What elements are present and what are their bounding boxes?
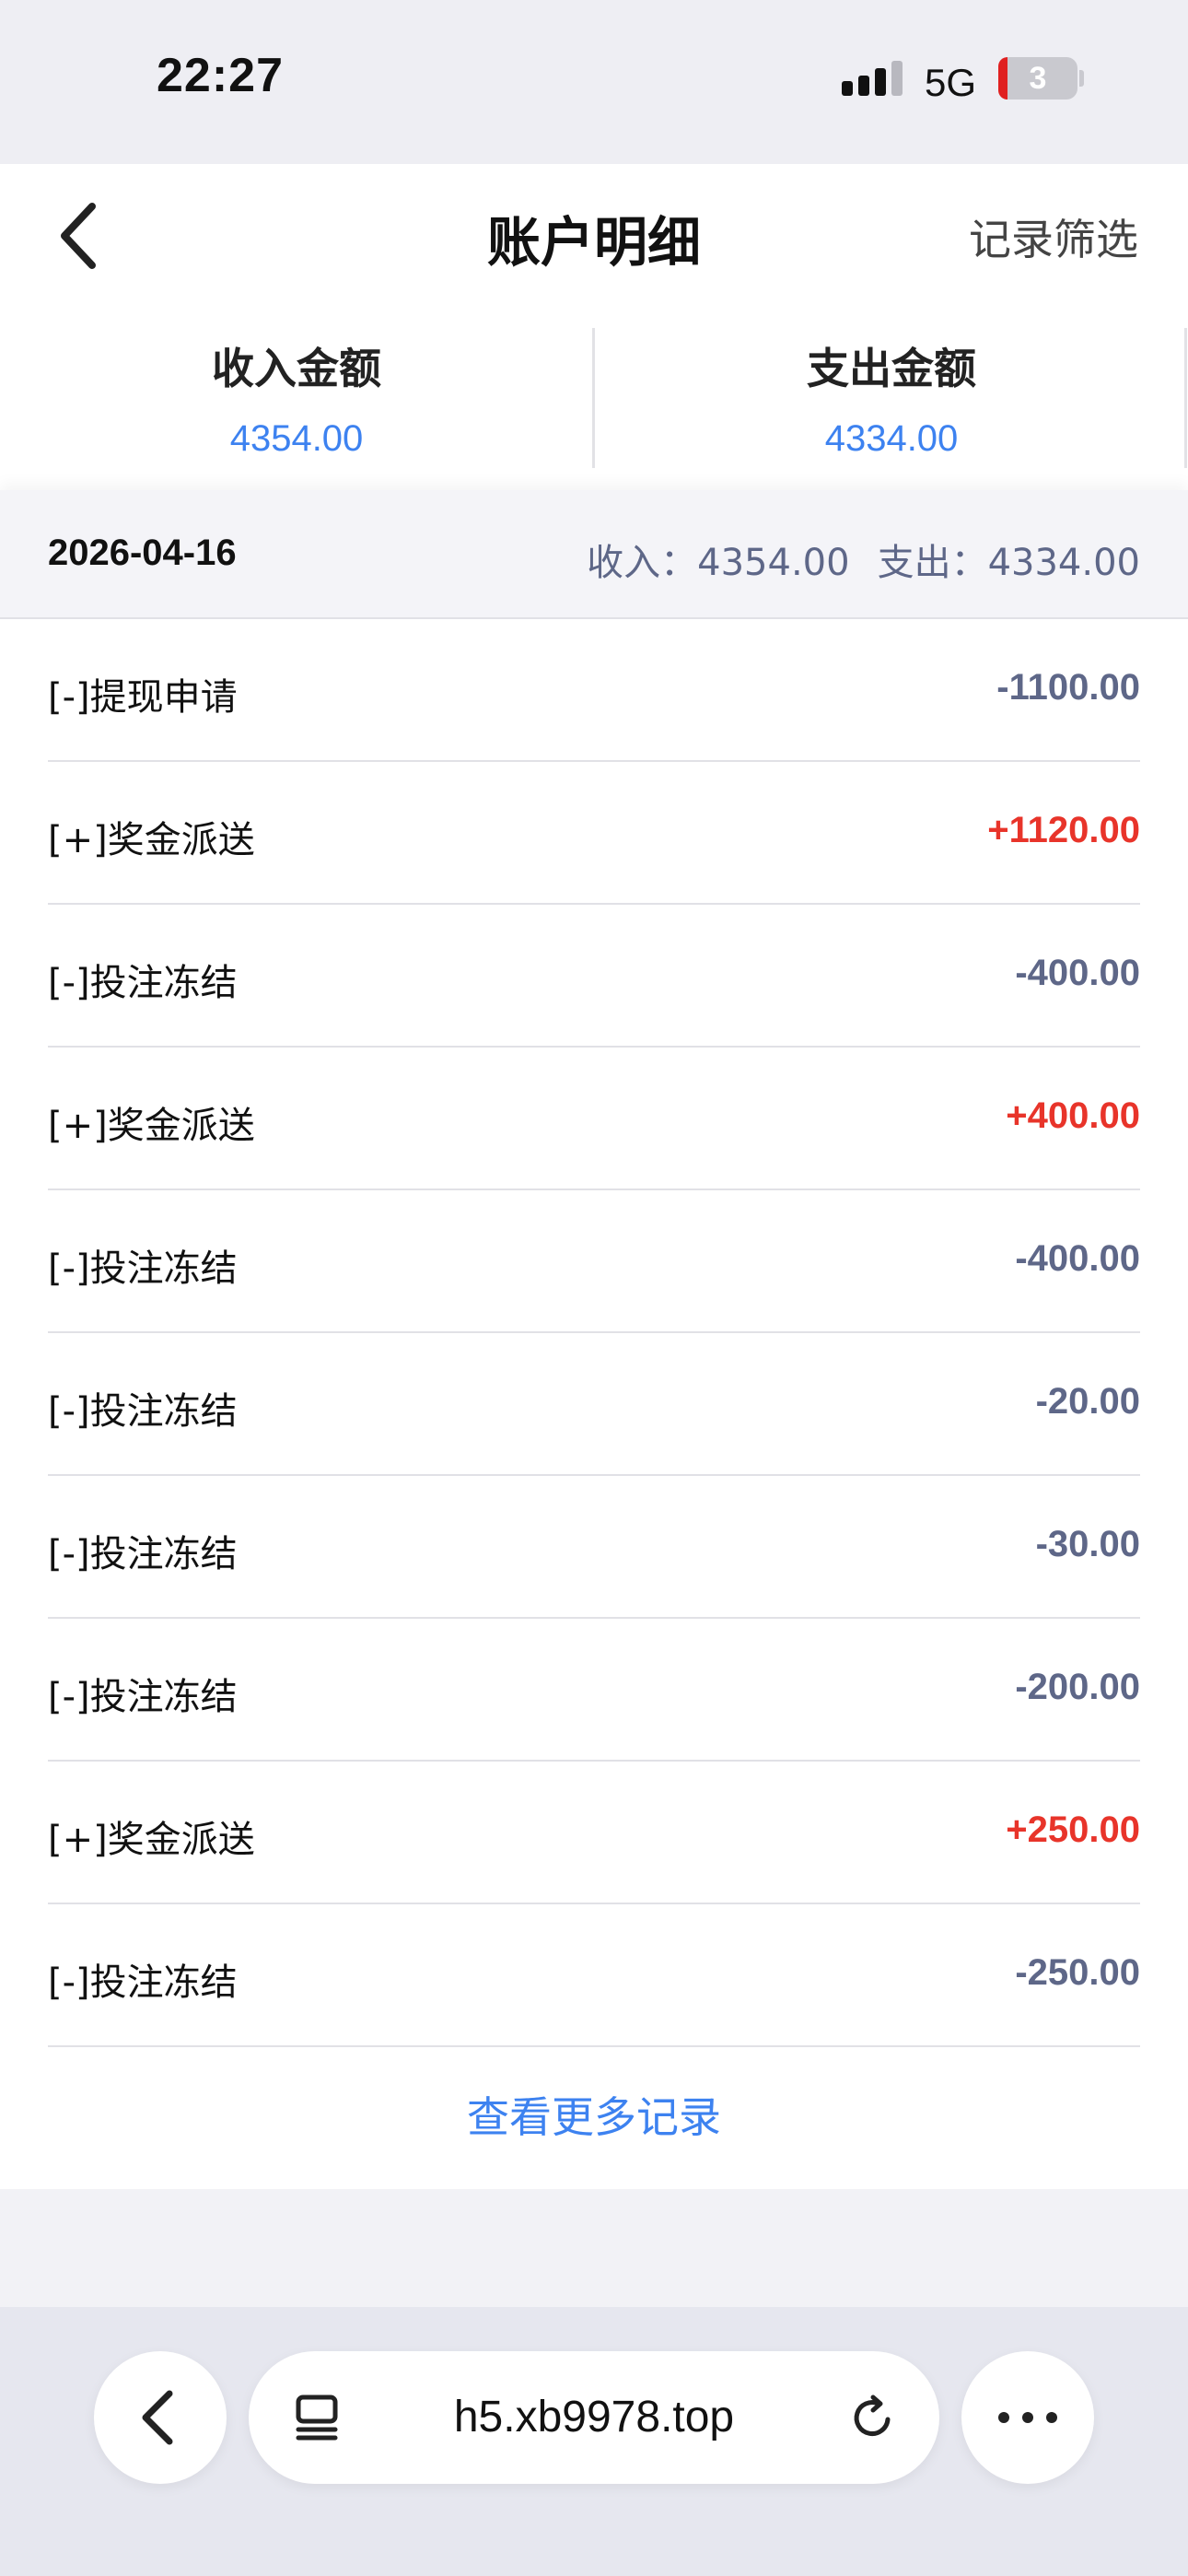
records-list: [-]提现申请 -1100.00 [+]奖金派送 +1120.00 [-]投注冻… bbox=[0, 619, 1188, 2189]
record-amount: +1120.00 bbox=[987, 810, 1140, 850]
record-title: [-]投注冻结 bbox=[48, 1961, 238, 2004]
battery-icon: 3 bbox=[998, 57, 1077, 100]
reload-icon[interactable] bbox=[847, 2392, 899, 2443]
page-header: 账户明细 记录筛选 bbox=[0, 164, 1188, 321]
summary-divider bbox=[1184, 328, 1187, 468]
record-amount: -250.00 bbox=[1015, 1952, 1140, 1993]
record-title: [-]投注冻结 bbox=[48, 1533, 238, 1575]
expense-value: 4334.00 bbox=[824, 418, 959, 459]
summary-panel: 收入金额 4354.00 支出金额 4334.00 bbox=[0, 321, 1188, 490]
group-expense-total: 支出：4334.00 bbox=[877, 542, 1140, 584]
list-item[interactable]: [-]投注冻结 -400.00 bbox=[48, 1190, 1140, 1333]
record-title: [-]投注冻结 bbox=[48, 962, 238, 1004]
record-amount: -200.00 bbox=[1015, 1667, 1140, 1707]
status-bar: 22:27 5G 3 bbox=[0, 0, 1188, 164]
list-item[interactable]: [+]奖金派送 +250.00 bbox=[48, 1762, 1140, 1904]
record-title: [-]投注冻结 bbox=[48, 1247, 238, 1290]
date-group-header: 2026-04-16 收入：4354.00 支出：4334.00 bbox=[0, 490, 1188, 619]
battery-level: 3 bbox=[1029, 61, 1047, 96]
record-title: [+]奖金派送 bbox=[48, 1819, 255, 1861]
record-amount: +400.00 bbox=[1006, 1095, 1140, 1136]
list-item[interactable]: [+]奖金派送 +1120.00 bbox=[48, 762, 1140, 905]
view-more-link[interactable]: 查看更多记录 bbox=[0, 2084, 1188, 2145]
filter-button[interactable]: 记录筛选 bbox=[969, 206, 1138, 267]
expense-label: 支出金额 bbox=[807, 344, 976, 393]
income-value: 4354.00 bbox=[229, 418, 364, 459]
record-title: [-]投注冻结 bbox=[48, 1390, 238, 1433]
list-item[interactable]: [-]投注冻结 -250.00 bbox=[48, 1904, 1140, 2047]
chevron-left-icon bbox=[142, 2390, 173, 2445]
url-text: h5.xb9978.top bbox=[453, 2393, 735, 2441]
record-title: [+]奖金派送 bbox=[48, 819, 255, 861]
record-amount: -1100.00 bbox=[996, 667, 1140, 708]
record-title: [-]提现申请 bbox=[48, 676, 238, 719]
group-income-total: 收入：4354.00 bbox=[587, 542, 850, 584]
more-dots-icon bbox=[998, 2412, 1057, 2423]
list-item[interactable]: [-]投注冻结 -30.00 bbox=[48, 1476, 1140, 1619]
record-amount: +250.00 bbox=[1006, 1809, 1140, 1850]
browser-toolbar: h5.xb9978.top bbox=[0, 2307, 1188, 2576]
signal-icon bbox=[842, 61, 903, 96]
list-item[interactable]: [-]投注冻结 -20.00 bbox=[48, 1333, 1140, 1476]
group-date: 2026-04-16 bbox=[48, 533, 237, 573]
record-title: [-]投注冻结 bbox=[48, 1676, 238, 1718]
expense-summary: 支出金额 4334.00 bbox=[595, 321, 1188, 472]
group-totals: 收入：4354.00 支出：4334.00 bbox=[559, 533, 1140, 586]
income-summary: 收入金额 4354.00 bbox=[0, 321, 593, 472]
record-amount: -20.00 bbox=[1035, 1381, 1140, 1422]
income-label: 收入金额 bbox=[212, 344, 381, 393]
status-time: 22:27 bbox=[157, 49, 284, 102]
record-title: [+]奖金派送 bbox=[48, 1105, 255, 1147]
record-amount: -400.00 bbox=[1015, 1238, 1140, 1279]
record-amount: -30.00 bbox=[1035, 1524, 1140, 1564]
list-item[interactable]: [+]奖金派送 +400.00 bbox=[48, 1048, 1140, 1190]
address-bar[interactable]: h5.xb9978.top bbox=[249, 2351, 939, 2484]
list-item[interactable]: [-]投注冻结 -400.00 bbox=[48, 905, 1140, 1048]
more-button[interactable] bbox=[961, 2351, 1094, 2484]
browser-back-button[interactable] bbox=[94, 2351, 227, 2484]
list-item[interactable]: [-]提现申请 -1100.00 bbox=[48, 619, 1140, 762]
network-label: 5G bbox=[925, 61, 977, 104]
record-amount: -400.00 bbox=[1015, 953, 1140, 993]
list-item[interactable]: [-]投注冻结 -200.00 bbox=[48, 1619, 1140, 1762]
